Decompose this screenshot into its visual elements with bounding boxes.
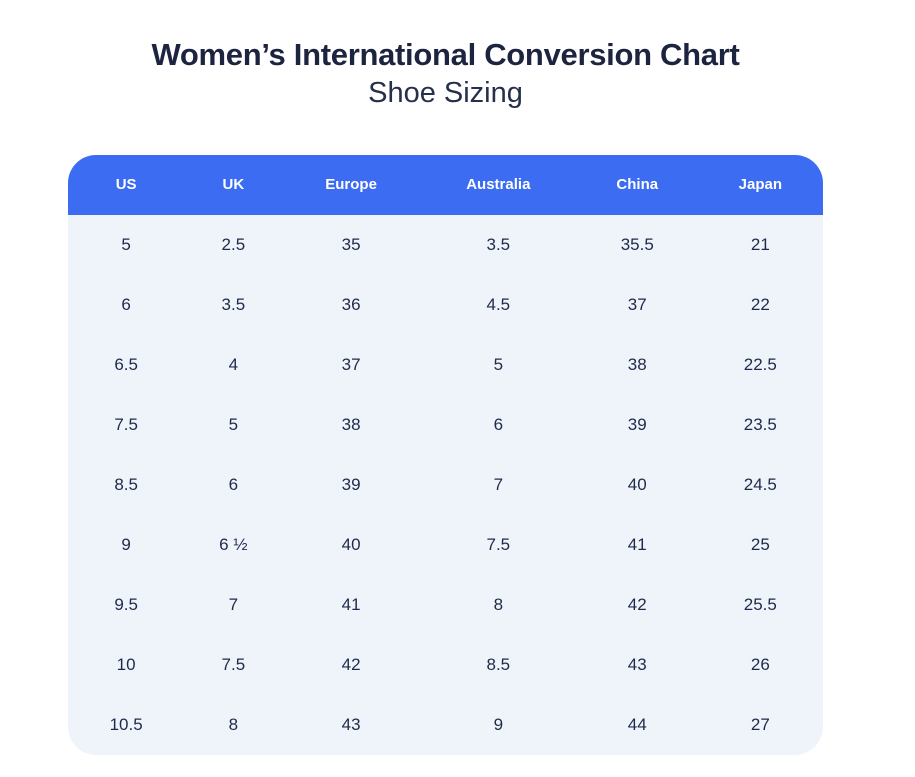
size-cell-australia: 9 [420, 695, 577, 755]
size-cell-japan: 21 [698, 215, 823, 275]
table-row: 6.543753822.5 [68, 335, 823, 395]
conversion-table-container: USUKEuropeAustraliaChinaJapan 52.5353.53… [68, 155, 823, 755]
size-cell-china: 44 [577, 695, 698, 755]
size-cell-europe: 39 [282, 455, 419, 515]
size-cell-uk: 8 [184, 695, 282, 755]
size-cell-us: 10 [68, 635, 184, 695]
table-row: 63.5364.53722 [68, 275, 823, 335]
size-cell-japan: 26 [698, 635, 823, 695]
page: Women’s International Conversion Chart S… [0, 0, 915, 777]
size-cell-europe: 36 [282, 275, 419, 335]
size-cell-us: 8.5 [68, 455, 184, 515]
size-cell-japan: 27 [698, 695, 823, 755]
size-cell-us: 6.5 [68, 335, 184, 395]
page-title: Women’s International Conversion Chart [68, 36, 823, 73]
size-cell-japan: 22 [698, 275, 823, 335]
table-header: USUKEuropeAustraliaChinaJapan [68, 155, 823, 215]
size-cell-japan: 25 [698, 515, 823, 575]
size-cell-uk: 3.5 [184, 275, 282, 335]
size-cell-australia: 4.5 [420, 275, 577, 335]
table-body: 52.5353.535.52163.5364.537226.543753822.… [68, 215, 823, 755]
size-cell-china: 41 [577, 515, 698, 575]
size-cell-us: 10.5 [68, 695, 184, 755]
page-subtitle: Shoe Sizing [68, 76, 823, 111]
size-cell-japan: 25.5 [698, 575, 823, 635]
size-cell-europe: 38 [282, 395, 419, 455]
size-cell-japan: 23.5 [698, 395, 823, 455]
size-cell-europe: 43 [282, 695, 419, 755]
size-cell-australia: 3.5 [420, 215, 577, 275]
table-row: 8.563974024.5 [68, 455, 823, 515]
size-cell-uk: 6 [184, 455, 282, 515]
shoe-size-conversion-table: USUKEuropeAustraliaChinaJapan 52.5353.53… [68, 155, 823, 755]
size-cell-us: 5 [68, 215, 184, 275]
table-row: 107.5428.54326 [68, 635, 823, 695]
table-row: 96 ½407.54125 [68, 515, 823, 575]
size-cell-japan: 24.5 [698, 455, 823, 515]
size-cell-australia: 7 [420, 455, 577, 515]
column-header-china: China [577, 155, 698, 215]
size-cell-us: 7.5 [68, 395, 184, 455]
size-cell-china: 37 [577, 275, 698, 335]
size-cell-europe: 35 [282, 215, 419, 275]
size-cell-europe: 41 [282, 575, 419, 635]
size-cell-australia: 8 [420, 575, 577, 635]
table-row: 10.584394427 [68, 695, 823, 755]
size-cell-europe: 37 [282, 335, 419, 395]
table-row: 9.574184225.5 [68, 575, 823, 635]
size-cell-us: 6 [68, 275, 184, 335]
table-row: 52.5353.535.521 [68, 215, 823, 275]
size-cell-uk: 5 [184, 395, 282, 455]
size-cell-china: 43 [577, 635, 698, 695]
size-cell-australia: 8.5 [420, 635, 577, 695]
size-cell-uk: 2.5 [184, 215, 282, 275]
size-cell-europe: 40 [282, 515, 419, 575]
size-cell-china: 35.5 [577, 215, 698, 275]
size-cell-australia: 5 [420, 335, 577, 395]
size-cell-australia: 6 [420, 395, 577, 455]
size-cell-japan: 22.5 [698, 335, 823, 395]
size-cell-europe: 42 [282, 635, 419, 695]
column-header-japan: Japan [698, 155, 823, 215]
size-cell-china: 39 [577, 395, 698, 455]
size-cell-uk: 7.5 [184, 635, 282, 695]
size-cell-us: 9.5 [68, 575, 184, 635]
table-row: 7.553863923.5 [68, 395, 823, 455]
size-cell-china: 40 [577, 455, 698, 515]
column-header-us: US [68, 155, 184, 215]
size-cell-australia: 7.5 [420, 515, 577, 575]
size-cell-china: 42 [577, 575, 698, 635]
content-area: Women’s International Conversion Chart S… [68, 36, 823, 755]
size-cell-uk: 7 [184, 575, 282, 635]
size-cell-uk: 6 ½ [184, 515, 282, 575]
column-header-australia: Australia [420, 155, 577, 215]
size-cell-uk: 4 [184, 335, 282, 395]
column-header-europe: Europe [282, 155, 419, 215]
size-cell-us: 9 [68, 515, 184, 575]
column-header-uk: UK [184, 155, 282, 215]
size-cell-china: 38 [577, 335, 698, 395]
table-header-row: USUKEuropeAustraliaChinaJapan [68, 155, 823, 215]
